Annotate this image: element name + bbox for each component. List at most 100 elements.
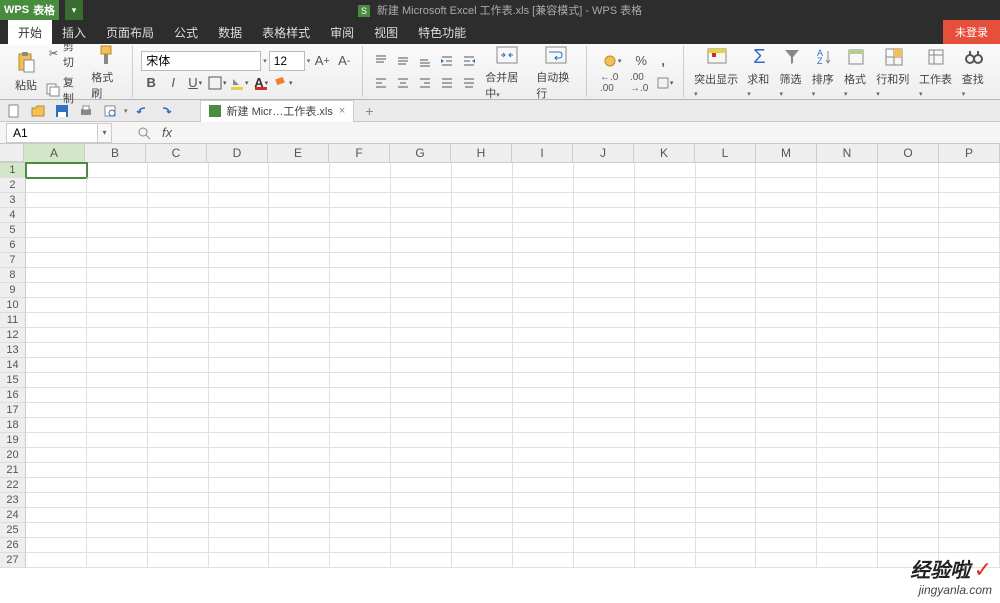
- cell-M27[interactable]: [756, 553, 817, 568]
- cell-H5[interactable]: [452, 223, 513, 238]
- cell-P24[interactable]: [939, 508, 1000, 523]
- cell-K4[interactable]: [635, 208, 696, 223]
- row-header-21[interactable]: 21: [0, 463, 26, 478]
- cell-O6[interactable]: [878, 238, 939, 253]
- cell-B7[interactable]: [87, 253, 148, 268]
- cell-M25[interactable]: [756, 523, 817, 538]
- cell-A6[interactable]: [26, 238, 87, 253]
- cell-E27[interactable]: [269, 553, 330, 568]
- cell-J19[interactable]: [574, 433, 635, 448]
- cell-L14[interactable]: [696, 358, 757, 373]
- cell-H15[interactable]: [452, 373, 513, 388]
- cell-I9[interactable]: [513, 283, 574, 298]
- cell-J26[interactable]: [574, 538, 635, 553]
- save-button[interactable]: [52, 102, 72, 120]
- cell-N22[interactable]: [817, 478, 878, 493]
- cell-I15[interactable]: [513, 373, 574, 388]
- column-header-H[interactable]: H: [451, 144, 512, 162]
- border-button[interactable]: ▾: [207, 73, 227, 93]
- cell-B25[interactable]: [87, 523, 148, 538]
- cell-L13[interactable]: [696, 343, 757, 358]
- column-header-B[interactable]: B: [85, 144, 146, 162]
- new-file-button[interactable]: [4, 102, 24, 120]
- cell-B12[interactable]: [87, 328, 148, 343]
- cell-B3[interactable]: [87, 193, 148, 208]
- cell-D9[interactable]: [209, 283, 270, 298]
- cell-M5[interactable]: [756, 223, 817, 238]
- cell-D25[interactable]: [209, 523, 270, 538]
- cell-F16[interactable]: [330, 388, 391, 403]
- cell-J11[interactable]: [574, 313, 635, 328]
- cell-G18[interactable]: [391, 418, 452, 433]
- cell-F24[interactable]: [330, 508, 391, 523]
- cell-G25[interactable]: [391, 523, 452, 538]
- cell-A21[interactable]: [26, 463, 87, 478]
- decrease-font-button[interactable]: A-: [334, 51, 354, 71]
- cell-A1[interactable]: [26, 163, 87, 178]
- cell-B18[interactable]: [87, 418, 148, 433]
- cell-P11[interactable]: [939, 313, 1000, 328]
- formula-input[interactable]: [172, 123, 1000, 143]
- cell-F3[interactable]: [330, 193, 391, 208]
- sum-button[interactable]: Σ 求和▾: [743, 43, 775, 101]
- cell-J13[interactable]: [574, 343, 635, 358]
- cell-N7[interactable]: [817, 253, 878, 268]
- indent-right-button[interactable]: [459, 51, 479, 71]
- cell-E2[interactable]: [269, 178, 330, 193]
- cell-P5[interactable]: [939, 223, 1000, 238]
- cell-I2[interactable]: [513, 178, 574, 193]
- cell-D22[interactable]: [209, 478, 270, 493]
- cell-E21[interactable]: [269, 463, 330, 478]
- cell-I1[interactable]: [513, 163, 574, 178]
- row-header-2[interactable]: 2: [0, 178, 26, 193]
- cell-B1[interactable]: [87, 163, 148, 178]
- cell-K5[interactable]: [635, 223, 696, 238]
- cell-C3[interactable]: [148, 193, 209, 208]
- cell-O14[interactable]: [878, 358, 939, 373]
- cell-A14[interactable]: [26, 358, 87, 373]
- cell-H6[interactable]: [452, 238, 513, 253]
- cell-O4[interactable]: [878, 208, 939, 223]
- fill-color-button[interactable]: ▾: [229, 73, 249, 93]
- cell-C26[interactable]: [148, 538, 209, 553]
- cell-H14[interactable]: [452, 358, 513, 373]
- cell-L10[interactable]: [696, 298, 757, 313]
- row-header-7[interactable]: 7: [0, 253, 26, 268]
- cell-J17[interactable]: [574, 403, 635, 418]
- cell-J18[interactable]: [574, 418, 635, 433]
- row-header-18[interactable]: 18: [0, 418, 26, 433]
- cell-K20[interactable]: [635, 448, 696, 463]
- cell-N23[interactable]: [817, 493, 878, 508]
- cell-B23[interactable]: [87, 493, 148, 508]
- menu-special[interactable]: 特色功能: [408, 20, 476, 45]
- cell-B10[interactable]: [87, 298, 148, 313]
- cell-L20[interactable]: [696, 448, 757, 463]
- cell-K13[interactable]: [635, 343, 696, 358]
- cell-N18[interactable]: [817, 418, 878, 433]
- decrease-decimal-button[interactable]: .00→.0: [625, 73, 653, 93]
- cell-M2[interactable]: [756, 178, 817, 193]
- cell-F18[interactable]: [330, 418, 391, 433]
- cell-P17[interactable]: [939, 403, 1000, 418]
- cell-G9[interactable]: [391, 283, 452, 298]
- cell-P21[interactable]: [939, 463, 1000, 478]
- menu-insert[interactable]: 插入: [52, 20, 96, 45]
- cell-L9[interactable]: [696, 283, 757, 298]
- font-name-input[interactable]: [141, 51, 261, 71]
- cell-J4[interactable]: [574, 208, 635, 223]
- cell-I10[interactable]: [513, 298, 574, 313]
- cell-K19[interactable]: [635, 433, 696, 448]
- cell-P6[interactable]: [939, 238, 1000, 253]
- cell-K18[interactable]: [635, 418, 696, 433]
- cell-E3[interactable]: [269, 193, 330, 208]
- qat-dropdown[interactable]: ▾: [124, 107, 128, 115]
- cell-O13[interactable]: [878, 343, 939, 358]
- cell-K6[interactable]: [635, 238, 696, 253]
- merge-center-button[interactable]: 合并居中▾: [481, 41, 532, 103]
- cell-P2[interactable]: [939, 178, 1000, 193]
- cell-K27[interactable]: [635, 553, 696, 568]
- cell-P22[interactable]: [939, 478, 1000, 493]
- cell-A3[interactable]: [26, 193, 87, 208]
- cell-F11[interactable]: [330, 313, 391, 328]
- cell-C15[interactable]: [148, 373, 209, 388]
